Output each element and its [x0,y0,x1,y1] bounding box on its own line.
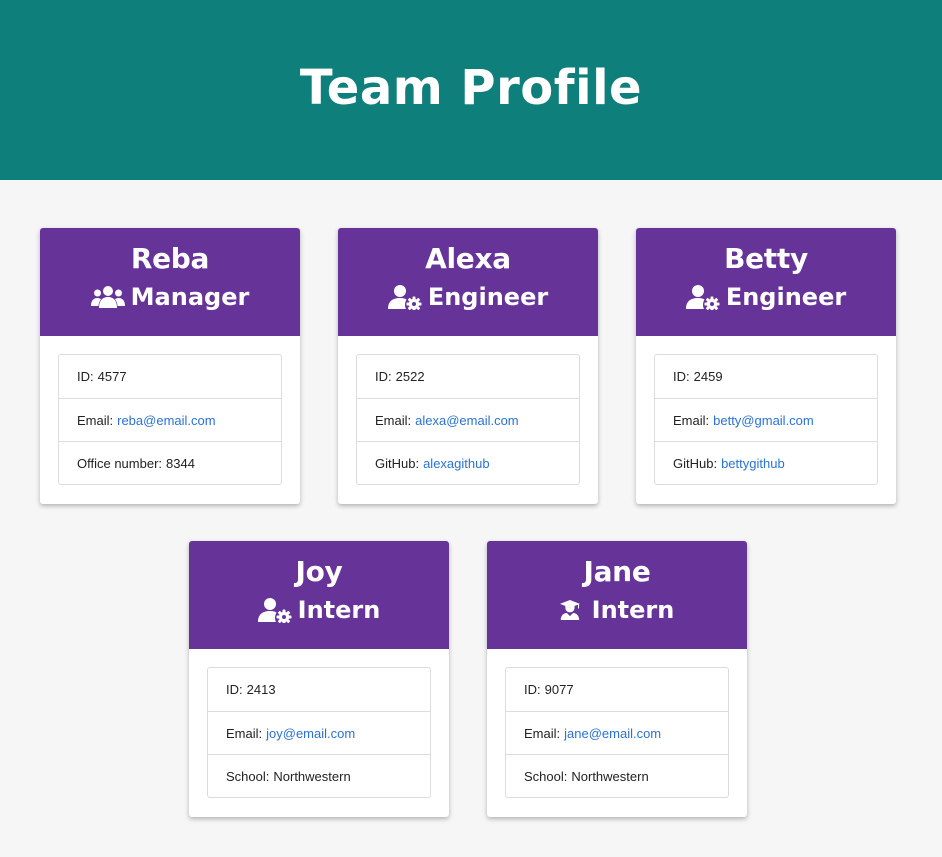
github-row: GitHub: alexagithub [357,441,579,484]
email-label: Email: [524,725,561,741]
email-link[interactable]: reba@email.com [117,413,215,428]
user-gear-icon [257,598,292,623]
user-graduate-icon [559,600,580,620]
school-value: Northwestern [571,768,649,784]
github-label: GitHub: [673,455,718,471]
employee-name: Reba [130,242,210,275]
users-icon [90,286,125,308]
id-label: ID: [77,369,94,384]
info-list: ID: 2522 Email: alexa@email.com GitHub: … [356,354,580,485]
employee-role: Engineer [338,283,598,311]
role-label: Engineer [427,283,549,311]
email-link[interactable]: jane@email.com [564,726,661,741]
email-link[interactable]: betty@gmail.com [713,413,814,428]
employee-role: Manager [40,283,300,311]
role-label: Manager [130,283,250,311]
id-row: ID: 2522 [357,355,579,398]
school-row: School: Northwestern [506,754,728,797]
employee-name: Joy [295,555,343,588]
id-row: ID: 2413 [208,668,430,711]
email-row: Email: jane@email.com [506,711,728,754]
user-gear-icon [685,285,720,310]
id-row: ID: 2459 [655,355,877,398]
role-label: Intern [591,596,675,624]
role-label: Intern [297,596,381,624]
card-header: Alexa Engineer [338,228,598,336]
school-label: School: [226,768,270,784]
card-body: ID: 2522 Email: alexa@email.com GitHub: … [338,336,598,503]
employee-card-alexa: Alexa Engineer ID: 2522 Email: alexa@ema… [338,228,598,504]
email-label: Email: [226,725,263,741]
id-row: ID: 9077 [506,668,728,711]
school-value: Northwestern [273,768,351,784]
id-label: ID: [673,369,690,384]
id-row: ID: 4577 [59,355,281,398]
info-list: ID: 2459 Email: betty@gmail.com GitHub: … [654,354,878,485]
employee-role: Intern [487,596,747,624]
id-value: 9077 [544,682,574,697]
info-list: ID: 9077 Email: jane@email.com School: N… [505,667,729,798]
email-link[interactable]: joy@email.com [266,726,355,741]
role-label: Engineer [725,283,847,311]
info-list: ID: 4577 Email: reba@email.com Office nu… [58,354,282,485]
page-header: Team Profile [0,0,942,180]
email-label: Email: [77,412,114,428]
office-number-label: Office number: [77,455,163,471]
card-header: Betty Engineer [636,228,896,336]
email-label: Email: [375,412,412,428]
github-row: GitHub: bettygithub [655,441,877,484]
github-link[interactable]: bettygithub [721,456,785,471]
employee-card-joy: Joy Intern ID: 2413 Email: joy@email.com… [189,541,449,817]
card-body: ID: 9077 Email: jane@email.com School: N… [487,649,747,816]
employee-card-reba: Reba Manager ID: 4577 Email: reba@email.… [40,228,300,504]
card-body: ID: 4577 Email: reba@email.com Office nu… [40,336,300,503]
page-title: Team Profile [299,60,643,116]
email-row: Email: betty@gmail.com [655,398,877,441]
card-body: ID: 2459 Email: betty@gmail.com GitHub: … [636,336,896,503]
school-label: School: [524,768,568,784]
office-number-value: 8344 [166,455,195,471]
employee-name: Jane [583,555,651,588]
school-row: School: Northwestern [208,754,430,797]
email-label: Email: [673,412,710,428]
github-link[interactable]: alexagithub [423,456,490,471]
email-link[interactable]: alexa@email.com [415,413,519,428]
card-header: Joy Intern [189,541,449,649]
email-row: Email: alexa@email.com [357,398,579,441]
id-label: ID: [226,682,243,697]
info-list: ID: 2413 Email: joy@email.com School: No… [207,667,431,798]
card-header: Jane Intern [487,541,747,649]
employee-name: Betty [724,242,808,275]
id-label: ID: [375,369,392,384]
employee-role: Intern [189,596,449,624]
user-gear-icon [387,285,422,310]
id-value: 2413 [246,682,276,697]
id-value: 2459 [693,369,723,384]
office-number-row: Office number: 8344 [59,441,281,484]
employee-card-jane: Jane Intern ID: 9077 Email: jane@email.c… [487,541,747,817]
github-label: GitHub: [375,455,420,471]
email-row: Email: reba@email.com [59,398,281,441]
employee-name: Alexa [425,242,511,275]
card-header: Reba Manager [40,228,300,336]
employee-role: Engineer [636,283,896,311]
id-value: 2522 [395,369,425,384]
card-body: ID: 2413 Email: joy@email.com School: No… [189,649,449,816]
id-label: ID: [524,682,541,697]
employee-card-betty: Betty Engineer ID: 2459 Email: betty@gma… [636,228,896,504]
email-row: Email: joy@email.com [208,711,430,754]
id-value: 4577 [97,369,127,384]
